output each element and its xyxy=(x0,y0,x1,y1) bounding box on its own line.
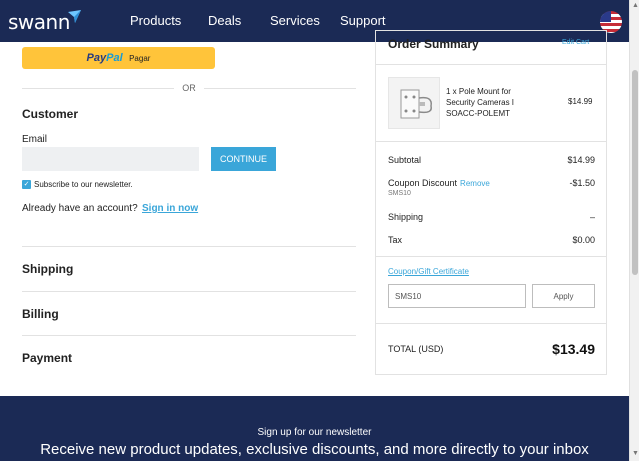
subscribe-checkbox[interactable]: ✓ xyxy=(22,180,31,189)
email-field[interactable] xyxy=(22,147,199,171)
nav-support[interactable]: Support xyxy=(340,13,386,28)
payment-step[interactable]: Payment xyxy=(22,351,72,365)
or-separator: OR xyxy=(182,83,196,93)
or-divider-right xyxy=(204,88,356,89)
gift-certificate-link[interactable]: Coupon/Gift Certificate xyxy=(388,267,469,276)
tax-value: $0.00 xyxy=(572,235,595,245)
coupon-input[interactable] xyxy=(388,284,526,308)
summary-divider xyxy=(376,64,606,65)
product-thumbnail xyxy=(388,77,440,129)
nav-deals[interactable]: Deals xyxy=(208,13,241,28)
summary-divider xyxy=(376,141,606,142)
scroll-down-arrow-icon[interactable]: ▼ xyxy=(632,450,639,457)
scroll-thumb[interactable] xyxy=(632,70,638,275)
coupon-code: SMS10 xyxy=(388,190,411,197)
newsletter-headline: Receive new product updates, exclusive d… xyxy=(40,441,589,458)
newsletter-signup-title: Sign up for our newsletter xyxy=(257,427,372,438)
apply-button[interactable]: Apply xyxy=(532,284,595,308)
flag-canton xyxy=(600,11,611,22)
section-divider xyxy=(22,246,356,247)
summary-divider xyxy=(376,256,606,257)
shipping-label: Shipping xyxy=(388,212,424,222)
nav-products[interactable]: Products xyxy=(130,13,181,28)
edit-cart-link[interactable]: Edit Cart xyxy=(562,39,589,46)
paypal-button[interactable]: PayPal Pagar xyxy=(22,47,215,69)
coupon-row: Coupon Discount Remove xyxy=(388,178,490,188)
total-label: TOTAL (USD) xyxy=(388,344,444,354)
pole-mount-icon xyxy=(400,89,432,119)
product-name: 1 x Pole Mount for Security Cameras I SO… xyxy=(446,87,515,118)
remove-coupon-link[interactable]: Remove xyxy=(460,179,490,188)
sign-in-link[interactable]: Sign in now xyxy=(142,203,198,214)
or-divider-left xyxy=(22,88,174,89)
subtotal-value: $14.99 xyxy=(567,155,595,165)
shipping-step[interactable]: Shipping xyxy=(22,262,73,276)
summary-divider xyxy=(376,323,606,324)
customer-title: Customer xyxy=(22,107,79,121)
page-scrollbar[interactable]: ▲ ▼ xyxy=(629,0,639,461)
shipping-value: – xyxy=(589,212,595,222)
scroll-up-arrow-icon[interactable]: ▲ xyxy=(632,2,639,9)
order-summary-title: Order Summary xyxy=(388,37,479,51)
paypal-logo: PayPal xyxy=(86,52,123,64)
nav-services[interactable]: Services xyxy=(270,13,320,28)
product-price: $14.99 xyxy=(568,97,593,106)
logo-mark-icon xyxy=(68,10,81,23)
section-divider xyxy=(22,291,356,292)
paypal-button-label: Pagar xyxy=(129,54,151,63)
subscribe-label: Subscribe to our newsletter. xyxy=(34,180,133,189)
subtotal-label: Subtotal xyxy=(388,155,422,165)
tax-label: Tax xyxy=(388,235,403,245)
section-divider xyxy=(22,335,356,336)
coupon-value: -$1.50 xyxy=(569,178,595,188)
billing-step[interactable]: Billing xyxy=(22,307,59,321)
continue-button[interactable]: CONTINUE xyxy=(211,147,276,171)
coupon-label: Coupon Discount xyxy=(388,178,458,188)
total-value: $13.49 xyxy=(552,341,595,357)
account-prompt: Already have an account? xyxy=(22,203,138,214)
email-label: Email xyxy=(22,134,48,145)
swann-logo[interactable]: swann xyxy=(8,10,70,34)
